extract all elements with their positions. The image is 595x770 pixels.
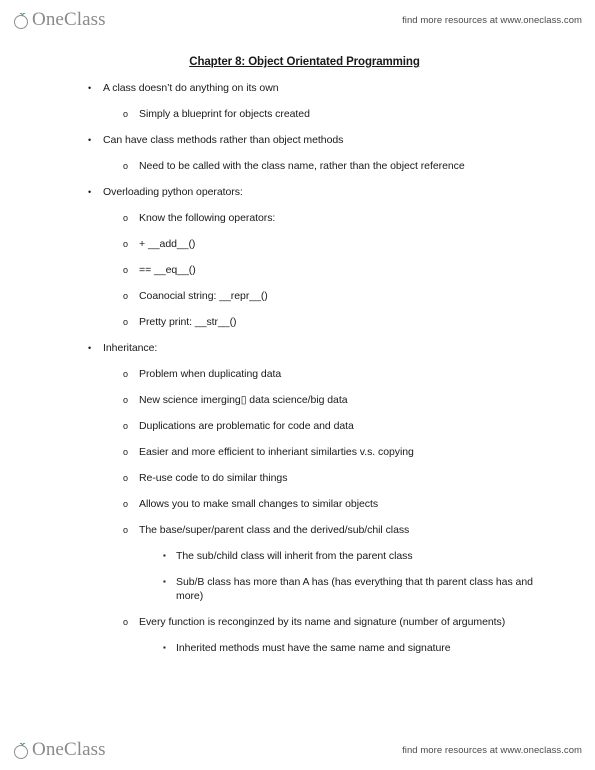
bullet-level1-icon: • (88, 135, 92, 145)
outline-item-level2: o Allows you to make small changes to sim… (0, 497, 595, 511)
brand-wordmark-initial: O (32, 9, 46, 30)
outline-item-text: Can have class methods rather than objec… (103, 134, 344, 146)
header-resources-link[interactable]: find more resources at www.oneclass.com (402, 15, 582, 26)
outline-item-text: + __add__() (139, 238, 196, 250)
bullet-level2-icon: o (123, 317, 129, 327)
leaf-sprout-icon (14, 742, 31, 759)
outline-item-level1: • A class doesn’t do anything on its own (0, 81, 595, 95)
outline-item-text: Inheritance: (103, 342, 158, 354)
outline-item-level3: ▪ Sub/B class has more than A has (has ev… (0, 575, 595, 603)
bullet-level2-icon: o (123, 213, 129, 223)
outline-item-level2: o Problem when duplicating data (0, 367, 595, 381)
bullet-level2-icon: o (123, 525, 129, 535)
outline-item-text: == __eq__() (139, 264, 196, 276)
bullet-level2-icon: o (123, 421, 129, 431)
outline-item-text: Problem when duplicating data (139, 368, 282, 380)
bullet-level1-icon: • (88, 187, 92, 197)
lecture-notes-outline: • A class doesn’t do anything on its own o… (0, 81, 595, 655)
brand-wordmark-rest: neClass (45, 739, 106, 760)
bullet-level3-icon: ▪ (163, 551, 166, 560)
outline-item-level1: • Inheritance: (0, 341, 595, 355)
outline-item-level2: o + __add__() (0, 237, 595, 251)
outline-item-level2: o Pretty print: __str__() (0, 315, 595, 329)
brand-wordmark-initial: O (32, 739, 46, 760)
outline-item-level2: o Every function is reconginzed by its na… (0, 615, 595, 629)
page-footer: OneClass find more resources at www.onec… (0, 730, 595, 770)
outline-item-text: A class doesn’t do anything on its own (103, 82, 279, 94)
outline-item-level2: o == __eq__() (0, 263, 595, 277)
page-header: OneClass find more resources at www.onec… (0, 0, 595, 40)
outline-item-text: Inherited methods must have the same nam… (176, 642, 451, 654)
outline-item-text: New science imerging▯ data science/big d… (139, 394, 348, 406)
outline-item-level2: o Re-use code to do similar things (0, 471, 595, 485)
bullet-level2-icon: o (123, 473, 129, 483)
bullet-level2-icon: o (123, 499, 129, 509)
leaf-sprout-icon (14, 12, 31, 29)
outline-item-text: Pretty print: __str__() (139, 316, 237, 328)
outline-item-text: Coanocial string: __repr__() (139, 290, 268, 302)
outline-item-level2: o Coanocial string: __repr__() (0, 289, 595, 303)
outline-item-level2: o Easier and more efficient to inheriant … (0, 445, 595, 459)
outline-item-level2: o New science imerging▯ data science/big … (0, 393, 595, 407)
document-body: Chapter 8: Object Orientated Programming… (0, 56, 595, 667)
bullet-level2-icon: o (123, 447, 129, 457)
outline-item-text: Re-use code to do similar things (139, 472, 288, 484)
bullet-level3-icon: ▪ (163, 643, 166, 652)
bullet-level1-icon: • (88, 83, 92, 93)
footer-resources-link[interactable]: find more resources at www.oneclass.com (402, 745, 582, 756)
bullet-level2-icon: o (123, 395, 129, 405)
outline-item-text: The base/super/parent class and the deri… (139, 524, 410, 536)
outline-item-text: Easier and more efficient to inheriant s… (139, 446, 414, 458)
outline-item-level2: o Duplications are problematic for code a… (0, 419, 595, 433)
outline-item-level3: ▪ Inherited methods must have the same na… (0, 641, 595, 655)
outline-item-text: Know the following operators: (139, 212, 276, 224)
outline-item-level2: o Simply a blueprint for objects created (0, 107, 595, 121)
bullet-level2-icon: o (123, 239, 129, 249)
bullet-level2-icon: o (123, 617, 129, 627)
outline-item-level3: ▪ The sub/child class will inherit from t… (0, 549, 595, 563)
bullet-level2-icon: o (123, 265, 129, 275)
outline-item-text: Duplications are problematic for code an… (139, 420, 354, 432)
bullet-level3-icon: ▪ (163, 577, 166, 586)
brand-wordmark-rest: neClass (45, 9, 106, 30)
outline-item-level2: o The base/super/parent class and the der… (0, 523, 595, 537)
outline-item-text: Need to be called with the class name, r… (139, 160, 465, 172)
page-title: Chapter 8: Object Orientated Programming (189, 56, 420, 68)
bullet-level2-icon: o (123, 109, 129, 119)
outline-item-text: The sub/child class will inherit from th… (176, 550, 413, 562)
brand-wordmark: OneClass (32, 740, 106, 760)
outline-item-text: Overloading python operators: (103, 186, 243, 198)
outline-item-text: Allows you to make small changes to simi… (139, 498, 379, 510)
outline-item-level1: • Can have class methods rather than obje… (0, 133, 595, 147)
outline-item-text: Every function is reconginzed by its nam… (139, 616, 506, 628)
outline-item-text: Sub/B class has more than A has (has eve… (176, 576, 533, 602)
bullet-level2-icon: o (123, 161, 129, 171)
outline-item-level2: o Know the following operators: (0, 211, 595, 225)
oneclass-logo-header[interactable]: OneClass (14, 7, 106, 33)
bullet-level2-icon: o (123, 369, 129, 379)
brand-wordmark: OneClass (32, 10, 106, 30)
oneclass-logo-footer[interactable]: OneClass (14, 737, 106, 763)
outline-item-level1: • Overloading python operators: (0, 185, 595, 199)
outline-item-level2: o Need to be called with the class name, … (0, 159, 595, 173)
outline-item-text: Simply a blueprint for objects created (139, 108, 310, 120)
bullet-level2-icon: o (123, 291, 129, 301)
bullet-level1-icon: • (88, 343, 92, 353)
